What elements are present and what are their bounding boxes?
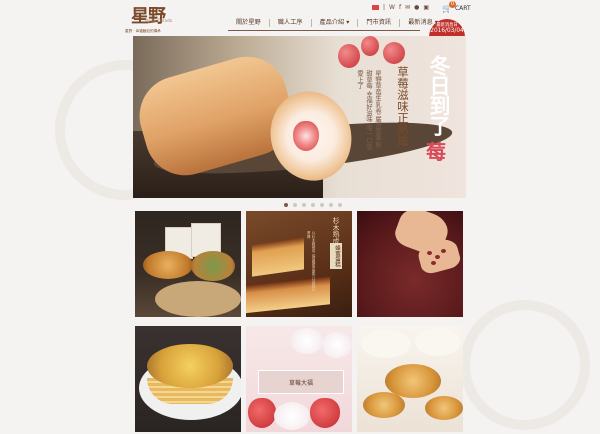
strawberry [310, 398, 340, 428]
product-tile-crepe-cake[interactable] [135, 326, 241, 432]
brand-name: 星野 [131, 6, 166, 27]
red-bean [431, 261, 436, 265]
cart-count-badge: 0 [449, 1, 456, 8]
carousel-dot[interactable] [338, 203, 342, 207]
crepe-cake-top [147, 344, 233, 388]
daifuku [290, 328, 324, 354]
hero-description: 星野草莓生乳卷 嚴選當季鮮甜草莓 幸福好滋味 嚐一口就愛上了 [356, 70, 381, 150]
red-bean [427, 251, 432, 255]
nav-underline [228, 30, 420, 31]
red-bean [435, 255, 440, 259]
cart-button[interactable]: 🛒 0 CART [442, 1, 471, 13]
daifuku [274, 402, 310, 430]
site-header: 星野 Hoshi Dorado 星野 · 幸福麵包的傳承 | W f ✉ ● ▣… [0, 0, 600, 37]
white-bun [361, 330, 411, 358]
brand-tagline: 星野 · 幸福麵包的傳承 [125, 29, 161, 33]
strawberry-decoration [361, 36, 379, 56]
roll-cake-strawberry [293, 121, 319, 151]
dorayaki-green [191, 251, 235, 281]
facebook-icon[interactable]: f [399, 4, 401, 11]
daifuku-label: 草莓大福 [258, 370, 344, 394]
product-tile-red-beans[interactable] [357, 211, 463, 317]
baked-bun [425, 396, 463, 420]
carousel-dot[interactable] [302, 203, 306, 207]
strawberry-decoration [383, 42, 405, 64]
main-nav: 關於星野 職人工序 產品介紹 ▾ 門市資訊 最新消息 ▾ [228, 19, 446, 27]
news-date-badge[interactable]: 最新消息日 2016/03/04 [429, 19, 465, 37]
dorayaki [143, 251, 193, 279]
background-watermark-right [460, 300, 590, 430]
castella-description: 以杉木箱熟成 保留蜂蜜香氣 口感綿密濕潤 [307, 231, 316, 291]
product-tile-strawberry-daifuku[interactable]: 草莓大福 [246, 326, 352, 432]
daifuku [322, 332, 352, 358]
strawberry-decoration [338, 44, 360, 68]
weibo-icon[interactable]: W [389, 4, 395, 11]
hero-title: 冬日到了 [427, 55, 452, 135]
carousel-dot[interactable] [293, 203, 297, 207]
product-tile-buns[interactable] [357, 326, 463, 432]
language-flag-icon[interactable] [372, 5, 379, 10]
user-icon[interactable]: ● [414, 4, 419, 11]
news-date-value: 2016/03/04 [430, 28, 464, 34]
product-tile-dorayaki[interactable] [135, 211, 241, 317]
castella-title: 杉木熟成 [331, 217, 339, 245]
hero-subtitle: 草莓滋味正熟成 [396, 66, 410, 147]
nav-item-stores[interactable]: 門市資訊 [358, 19, 401, 27]
nav-item-products[interactable]: 產品介紹 ▾ [312, 19, 359, 27]
brand-name-en: Hoshi Dorado [145, 18, 173, 23]
carousel-dot[interactable] [284, 203, 288, 207]
nav-item-craft[interactable]: 職人工序 [270, 19, 312, 27]
red-bean [441, 249, 446, 253]
wooden-board [155, 281, 241, 317]
lock-icon[interactable]: ▣ [423, 4, 429, 11]
castella-loaf [246, 276, 330, 314]
cart-label: CART [454, 5, 471, 12]
carousel-dot[interactable] [311, 203, 315, 207]
daifuku-label-text: 草莓大福 [288, 379, 313, 387]
carousel-dots [284, 203, 342, 207]
strawberry [248, 398, 276, 428]
nav-item-about[interactable]: 關於星野 [228, 19, 270, 27]
brand-logo[interactable]: 星野 Hoshi Dorado 星野 · 幸福麵包的傳承 [125, 2, 185, 34]
white-bun [415, 328, 461, 356]
hero-banner[interactable] [133, 36, 466, 198]
carousel-dot[interactable] [329, 203, 333, 207]
hero-title-accent: 莓 [426, 140, 446, 164]
castella-slice [252, 237, 304, 277]
product-tile-castella[interactable]: 以杉木箱熟成 保留蜂蜜香氣 口感綿密濕潤 杉木熟成 蜂蜜蛋糕 [246, 211, 352, 317]
mail-icon[interactable]: ✉ [405, 4, 410, 11]
baked-bun [363, 392, 405, 418]
utility-icons: | W f ✉ ● ▣ [372, 4, 429, 11]
castella-subtitle: 蜂蜜蛋糕 [330, 243, 342, 269]
carousel-dot[interactable] [320, 203, 324, 207]
divider-icon: | [383, 4, 386, 11]
